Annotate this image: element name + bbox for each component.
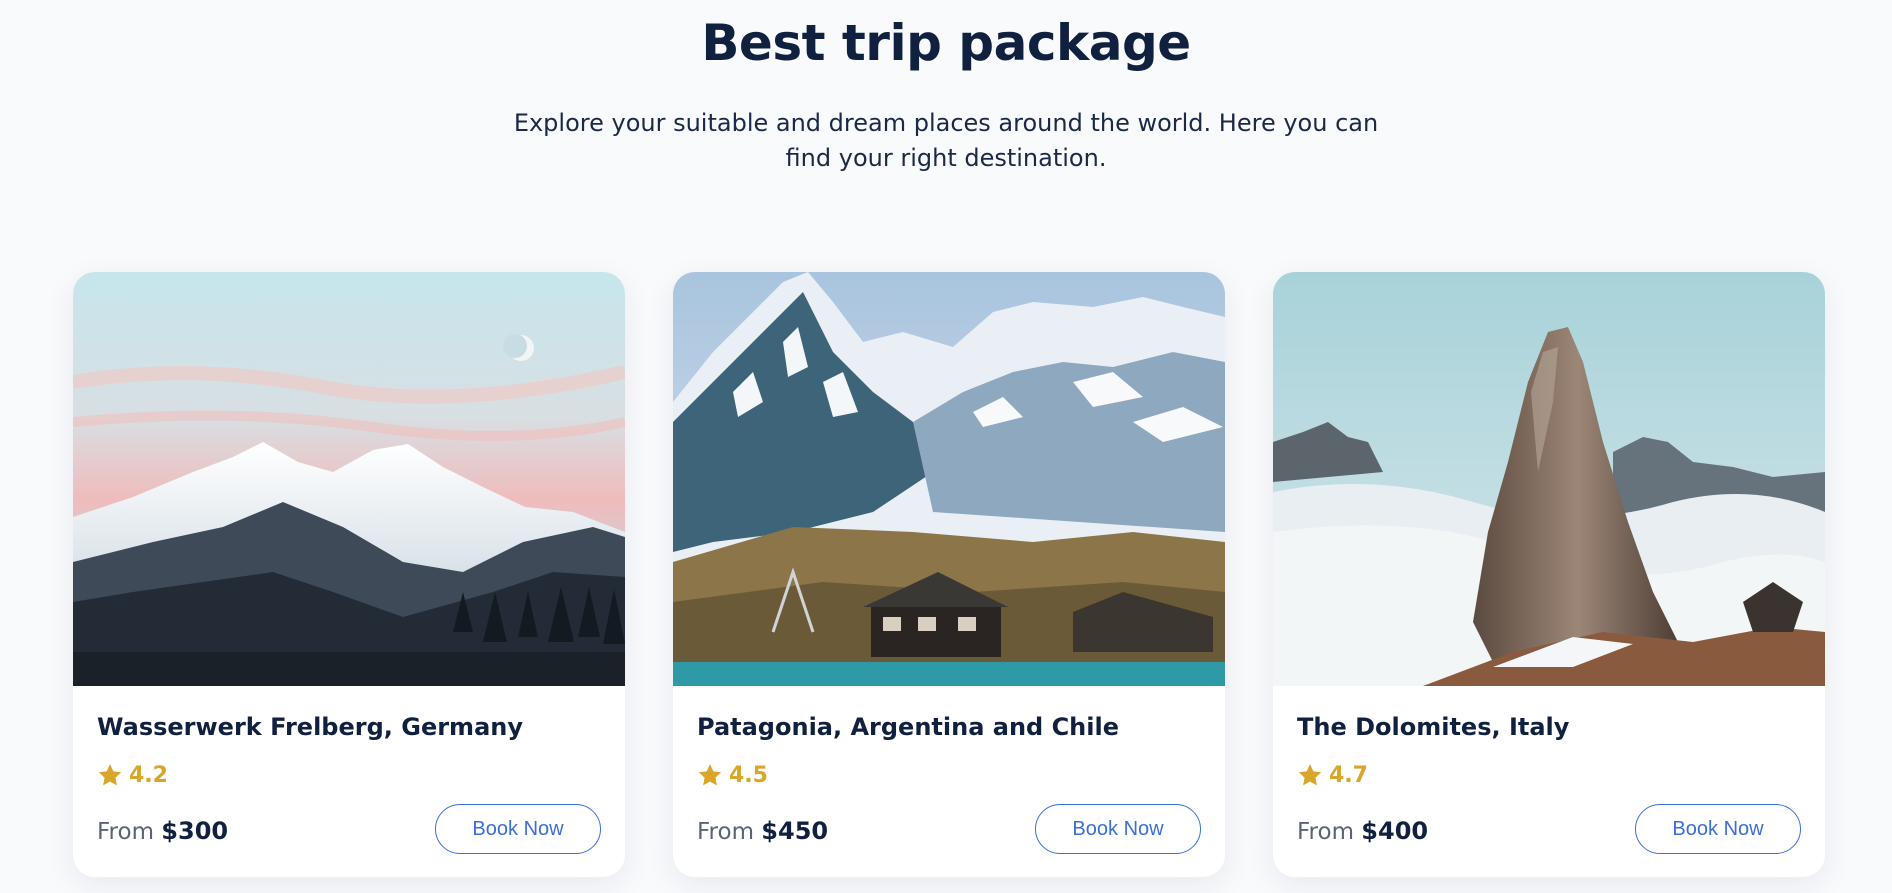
package-rating: 4.2 bbox=[97, 762, 168, 788]
rating-value: 4.5 bbox=[729, 762, 768, 788]
rock-peak-above-clouds-photo bbox=[1273, 272, 1825, 686]
book-now-button[interactable]: Book Now bbox=[1635, 804, 1801, 854]
package-card: Patagonia, Argentina and Chile 4.5 From … bbox=[673, 272, 1225, 877]
package-photo bbox=[1273, 272, 1825, 686]
package-name: Patagonia, Argentina and Chile bbox=[697, 713, 1119, 741]
star-icon bbox=[98, 764, 122, 786]
package-price: From $400 bbox=[1297, 817, 1428, 845]
star-icon bbox=[698, 764, 722, 786]
price-prefix: From bbox=[1297, 819, 1354, 845]
package-rating: 4.7 bbox=[1297, 762, 1368, 788]
section-subtitle: Explore your suitable and dream places a… bbox=[513, 109, 1379, 172]
package-name: Wasserwerk Frelberg, Germany bbox=[97, 713, 523, 741]
snowy-mountain-sunset-photo bbox=[73, 272, 625, 686]
book-now-button[interactable]: Book Now bbox=[435, 804, 601, 854]
price-amount: $300 bbox=[161, 817, 229, 845]
package-photo bbox=[673, 272, 1225, 686]
price-prefix: From bbox=[697, 819, 754, 845]
star-icon bbox=[1298, 764, 1322, 786]
rating-value: 4.2 bbox=[129, 762, 168, 788]
package-price: From $300 bbox=[97, 817, 228, 845]
package-card-list: Wasserwerk Frelberg, Germany 4.2 From $3… bbox=[73, 272, 1825, 877]
package-rating: 4.5 bbox=[697, 762, 768, 788]
price-amount: $450 bbox=[761, 817, 829, 845]
package-photo bbox=[73, 272, 625, 686]
trip-packages-section: Best trip package Explore your suitable … bbox=[0, 0, 1892, 893]
price-amount: $400 bbox=[1361, 817, 1429, 845]
package-price: From $450 bbox=[697, 817, 828, 845]
package-card: The Dolomites, Italy 4.7 From $400 Book … bbox=[1273, 272, 1825, 877]
alpine-mountain-chalet-photo bbox=[673, 272, 1225, 686]
rating-value: 4.7 bbox=[1329, 762, 1368, 788]
package-name: The Dolomites, Italy bbox=[1297, 713, 1570, 741]
price-prefix: From bbox=[97, 819, 154, 845]
book-now-button[interactable]: Book Now bbox=[1035, 804, 1201, 854]
package-card: Wasserwerk Frelberg, Germany 4.2 From $3… bbox=[73, 272, 625, 877]
section-title: Best trip package bbox=[701, 14, 1191, 72]
